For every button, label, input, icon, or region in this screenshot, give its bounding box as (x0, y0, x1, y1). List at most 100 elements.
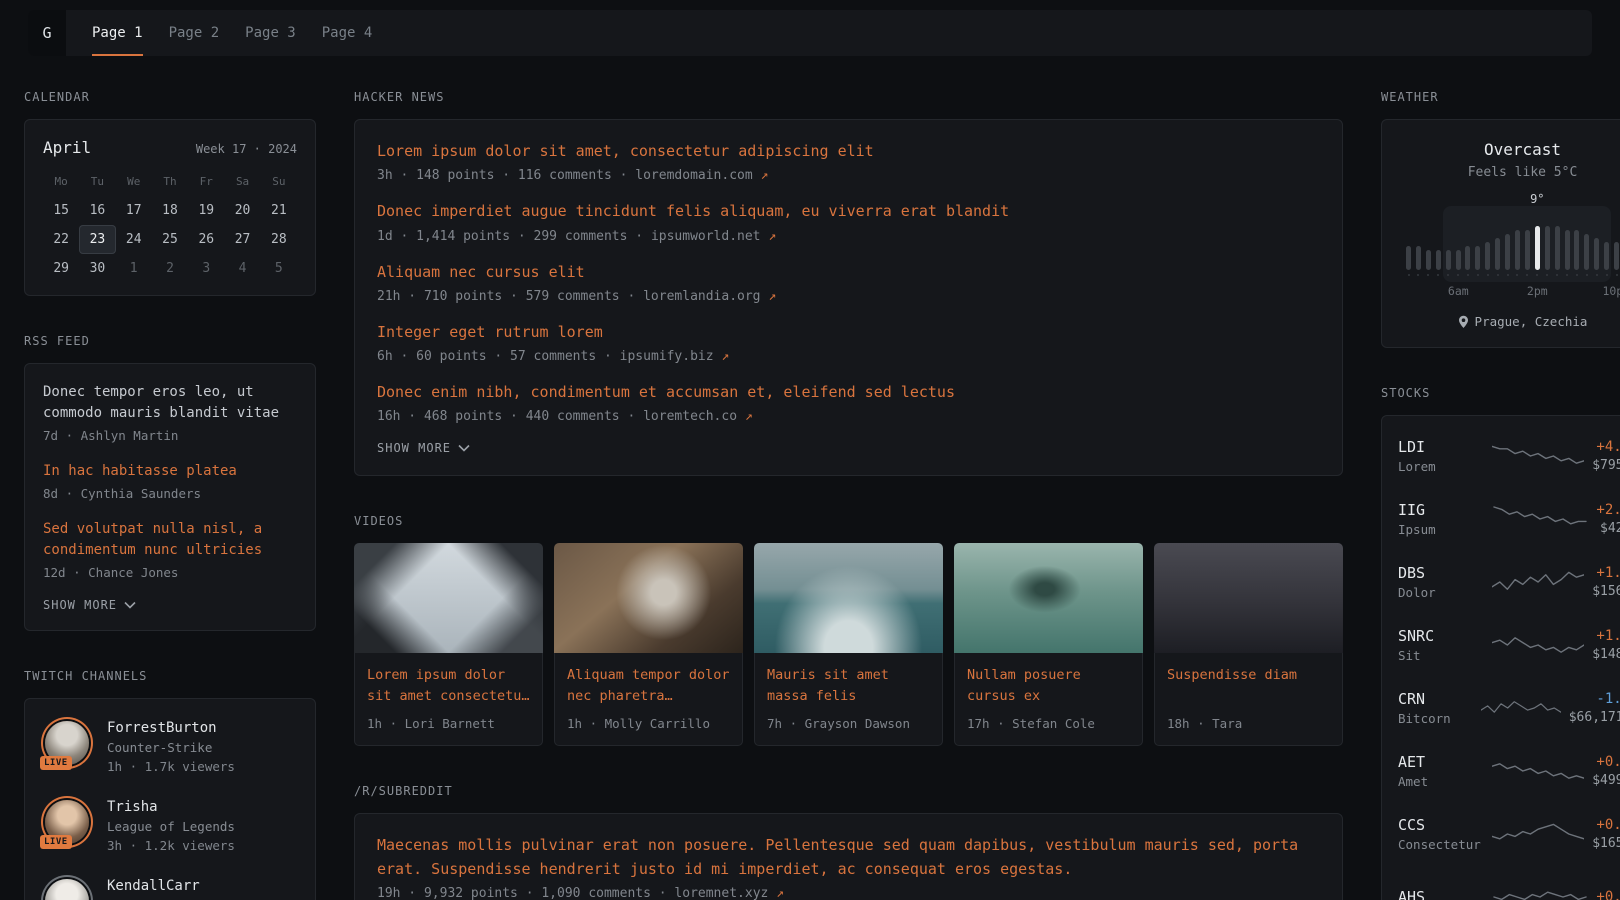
videos-widget: VIDEOS Lorem ipsum dolor sit amet consec… (354, 514, 1343, 746)
rss-item-title[interactable]: Donec tempor eros leo, ut commodo mauris… (43, 382, 297, 424)
video-thumbnail[interactable] (1154, 543, 1343, 653)
external-link-icon: ↗ (714, 349, 730, 364)
rss-item-title[interactable]: In hac habitasse platea (43, 461, 297, 482)
twitch-channel[interactable]: KendallCarr (43, 877, 297, 900)
rss-item-meta: 8d · Cynthia Saunders (43, 486, 297, 501)
location-pin-icon (1458, 315, 1469, 329)
video-meta: 1h · Lori Barnett (367, 716, 530, 731)
calendar-week-year: Week 17 · 2024 (196, 142, 297, 156)
stock-row[interactable]: CRNBitcorn-1.00%$66,171.48 (1398, 676, 1620, 739)
stock-row[interactable]: AHS+0.46% (1398, 865, 1620, 900)
post-source-link[interactable]: ipsumify.biz (620, 349, 714, 364)
temperature-bar (1604, 242, 1609, 276)
post-title-link[interactable]: Lorem ipsum dolor sit amet, consectetur … (377, 140, 1320, 163)
stock-row[interactable]: DBSDolor+1.42%$156.28 (1398, 550, 1620, 613)
post-meta: 16h · 468 points · 440 comments · loremt… (377, 409, 1320, 424)
stock-symbol: CCS (1398, 816, 1484, 834)
channel-meta: 1h · 1.7k viewers (107, 759, 235, 774)
avatar: LIVE (43, 719, 91, 767)
post-title-link[interactable]: Maecenas mollis pulvinar erat non posuer… (377, 834, 1320, 881)
section-title-hackernews: HACKER NEWS (354, 90, 1343, 104)
top-bar: G Page 1 Page 2 Page 3 Page 4 (28, 10, 1592, 56)
rss-list: Donec tempor eros leo, ut commodo mauris… (43, 382, 297, 580)
sparkline-chart (1492, 819, 1584, 849)
post-title-link[interactable]: Donec imperdiet augue tincidunt felis al… (377, 200, 1320, 223)
sparkline-chart (1492, 756, 1584, 786)
temperature-bar (1406, 246, 1411, 276)
temperature-bar (1456, 250, 1461, 276)
external-link-icon: ↗ (761, 229, 777, 244)
calendar-weekday: Mo (43, 167, 79, 196)
calendar-day: 5 (261, 254, 297, 283)
hackernews-show-more-button[interactable]: SHOW MORE (377, 441, 1320, 455)
hackernews-list: Lorem ipsum dolor sit amet, consectetur … (377, 140, 1320, 424)
video-thumbnail[interactable] (954, 543, 1143, 653)
post-title-link[interactable]: Aliquam nec cursus elit (377, 261, 1320, 284)
video-thumbnail[interactable] (754, 543, 943, 653)
calendar-widget: CALENDAR April Week 17 · 2024 MoTuWeThFr… (24, 90, 316, 296)
twitch-widget: TWITCH CHANNELS LIVEForrestBurtonCounter… (24, 669, 316, 900)
video-title-link[interactable]: Mauris sit amet massa felis (767, 665, 930, 707)
post-title-link[interactable]: Donec enim nibh, condimentum et accumsan… (377, 381, 1320, 404)
video-title-link[interactable]: Aliquam tempor dolor nec pharetra… (567, 665, 730, 707)
stock-change: -1.00% (1569, 691, 1620, 707)
temperature-bar (1416, 246, 1421, 276)
video-title-link[interactable]: Lorem ipsum dolor sit amet consectetu… (367, 665, 530, 707)
rss-show-more-button[interactable]: SHOW MORE (43, 598, 297, 612)
video-card: Nullam posuere cursus ex 17h · Stefan Col… (954, 543, 1143, 746)
stock-symbol: AHS (1398, 888, 1484, 900)
post-meta: 1d · 1,414 points · 299 comments · ipsum… (377, 229, 1320, 244)
temperature-bars (1404, 214, 1620, 276)
rss-item-title[interactable]: Sed volutpat nulla nisl, a condimentum n… (43, 519, 297, 561)
video-meta: 17h · Stefan Cole (967, 716, 1130, 731)
weather-times: 6am2pm10pm (1404, 284, 1620, 300)
time-label: 2pm (1527, 284, 1548, 298)
weather-card: Overcast Feels like 5°C 9° 6am2pm10pm Pr… (1381, 119, 1620, 348)
twitch-channel[interactable]: LIVEForrestBurtonCounter-Strike1h · 1.7k… (43, 719, 297, 774)
rss-widget: RSS FEED Donec tempor eros leo, ut commo… (24, 334, 316, 631)
calendar-month: April (43, 138, 91, 157)
post-title-link[interactable]: Integer eget rutrum lorem (377, 321, 1320, 344)
twitch-channel[interactable]: LIVETrishaLeague of Legends3h · 1.2k vie… (43, 798, 297, 853)
post-source-link[interactable]: loremtech.co (643, 409, 737, 424)
channel-name: ForrestBurton (107, 720, 235, 736)
app-logo[interactable]: G (28, 10, 66, 56)
tab-page-4[interactable]: Page 4 (322, 10, 373, 56)
stock-row[interactable]: IIGIpsum+2.84%$42.04 (1398, 487, 1620, 550)
calendar-weekday: Sa (224, 167, 260, 196)
calendar-day: 20 (224, 196, 260, 225)
video-thumbnail[interactable] (554, 543, 743, 653)
tab-page-1[interactable]: Page 1 (92, 10, 143, 56)
calendar-day: 25 (152, 225, 188, 254)
calendar-weekday: Fr (188, 167, 224, 196)
channel-meta: 3h · 1.2k viewers (107, 838, 235, 853)
temperature-bar (1465, 246, 1470, 276)
calendar-day: 18 (152, 196, 188, 225)
live-badge: LIVE (40, 756, 72, 770)
post-source-link[interactable]: ipsumworld.net (651, 229, 761, 244)
post-source-link[interactable]: loremdomain.com (635, 168, 752, 183)
external-link-icon: ↗ (761, 289, 777, 304)
tab-page-3[interactable]: Page 3 (245, 10, 296, 56)
right-column: WEATHER Overcast Feels like 5°C 9° 6am2p… (1381, 90, 1620, 900)
temperature-bar (1545, 226, 1550, 276)
rss-item-meta: 7d · Ashlyn Martin (43, 428, 297, 443)
stock-change: +0.92% (1592, 754, 1620, 770)
tab-page-2[interactable]: Page 2 (169, 10, 220, 56)
post-source-link[interactable]: loremlandia.org (643, 289, 760, 304)
stock-row[interactable]: SNRCSit+1.36%$148.64 (1398, 613, 1620, 676)
post-source-link[interactable]: loremnet.xyz (674, 886, 768, 900)
live-badge: LIVE (40, 835, 72, 849)
external-link-icon: ↗ (768, 886, 784, 900)
video-title-link[interactable]: Suspendisse diam (1167, 665, 1330, 707)
stock-row[interactable]: CCSConsectetur+0.51%$165.84 (1398, 802, 1620, 865)
external-link-icon: ↗ (737, 409, 753, 424)
post-item: Donec imperdiet augue tincidunt felis al… (377, 200, 1320, 243)
left-column: CALENDAR April Week 17 · 2024 MoTuWeThFr… (24, 90, 316, 900)
stock-row[interactable]: AETAmet+0.92%$499.72 (1398, 739, 1620, 802)
stock-row[interactable]: LDILorem+4.35%$795.18 (1398, 424, 1620, 487)
calendar-day: 22 (43, 225, 79, 254)
section-title-stocks: STOCKS (1381, 386, 1620, 400)
video-thumbnail[interactable] (354, 543, 543, 653)
video-title-link[interactable]: Nullam posuere cursus ex (967, 665, 1130, 707)
